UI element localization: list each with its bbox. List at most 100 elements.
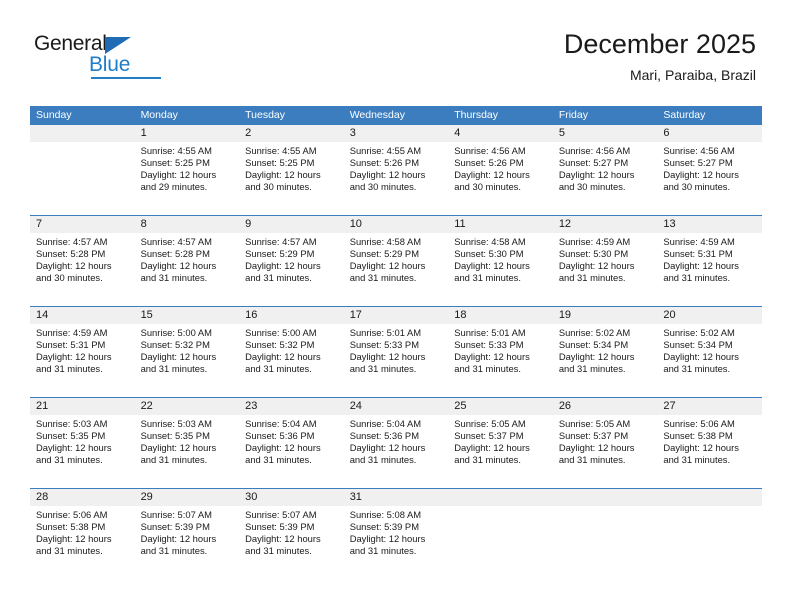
day-sunrise-text: Sunrise: 4:58 AM xyxy=(349,236,422,247)
calendar-day-cell[interactable]: 11 Sunrise: 4:58 AM Sunset: 5:30 PM Dayligh… xyxy=(448,215,553,307)
calendar-day-cell[interactable]: 2 Sunrise: 4:55 AM Sunset: 5:25 PM Daylight… xyxy=(239,125,344,216)
day-number: 8 xyxy=(134,216,240,233)
day-number: 17 xyxy=(343,307,449,324)
day-cell-details: Sunrise: 5:02 AM Sunset: 5:34 PM Daylight:… xyxy=(553,324,658,375)
day-number: 16 xyxy=(239,307,344,324)
calendar-day-cell[interactable]: 17 Sunrise: 5:01 AM Sunset: 5:33 PM Dayligh… xyxy=(343,306,449,398)
day-cell-details xyxy=(553,506,658,509)
day-daylight-line-text: Daylight: 12 hours xyxy=(245,442,321,454)
calendar-day-cell[interactable]: 5 Sunrise: 4:56 AM Sunset: 5:27 PM Daylight… xyxy=(552,125,658,216)
calendar-day-cell-empty xyxy=(552,488,658,579)
calendar-day-cell[interactable]: 13 Sunrise: 4:59 AM Sunset: 5:31 PM Dayligh… xyxy=(657,215,762,307)
day-cell-inner: 29 Sunrise: 5:07 AM Sunset: 5:39 PM Dayligh… xyxy=(134,489,240,579)
page-subtitle: Mari, Paraiba, Brazil xyxy=(629,67,756,83)
day-sunset-text: Sunset: 5:26 PM xyxy=(454,157,524,169)
weekday-header-monday: Monday xyxy=(134,106,240,125)
calendar-day-cell[interactable]: 7 Sunrise: 4:57 AM Sunset: 5:28 PM Daylight… xyxy=(30,215,135,307)
calendar-day-cell[interactable]: 18 Sunrise: 5:01 AM Sunset: 5:33 PM Dayligh… xyxy=(448,306,553,398)
day-cell-inner: 24 Sunrise: 5:04 AM Sunset: 5:36 PM Dayligh… xyxy=(343,398,449,488)
day-sunset-text: Sunset: 5:39 PM xyxy=(245,521,315,533)
day-sunrise-text: Sunrise: 4:58 AM xyxy=(454,236,526,247)
day-cell-details: Sunrise: 5:01 AM Sunset: 5:33 PM Daylight:… xyxy=(344,324,449,375)
day-number: 13 xyxy=(657,216,762,233)
day-daylight-line-text: and 31 minutes. xyxy=(349,545,417,557)
calendar-day-cell[interactable]: 12 Sunrise: 4:59 AM Sunset: 5:30 PM Dayligh… xyxy=(552,215,658,307)
day-sunrise-text: Sunrise: 4:55 AM xyxy=(140,145,212,156)
calendar-day-cell[interactable]: 29 Sunrise: 5:07 AM Sunset: 5:39 PM Dayligh… xyxy=(134,488,240,579)
calendar-day-cell[interactable]: 25 Sunrise: 5:05 AM Sunset: 5:37 PM Dayligh… xyxy=(448,397,553,489)
calendar-day-cell[interactable]: 31 Sunrise: 5:08 AM Sunset: 5:39 PM Dayligh… xyxy=(343,488,449,579)
calendar-day-cell[interactable]: 23 Sunrise: 5:04 AM Sunset: 5:36 PM Dayligh… xyxy=(239,397,344,489)
day-daylight-line-text: Daylight: 12 hours xyxy=(349,260,426,272)
calendar-day-cell[interactable]: 8 Sunrise: 4:57 AM Sunset: 5:28 PM Daylight… xyxy=(134,215,240,307)
day-daylight-line-text: Daylight: 12 hours xyxy=(36,351,112,363)
day-sunrise-text: Sunrise: 5:05 AM xyxy=(454,418,526,429)
day-cell-inner: 30 Sunrise: 5:07 AM Sunset: 5:39 PM Dayligh… xyxy=(239,489,344,579)
day-daylight-line-text: and 31 minutes. xyxy=(245,545,312,557)
day-cell-inner: 7 Sunrise: 4:57 AM Sunset: 5:28 PM Daylight… xyxy=(30,216,135,306)
day-sunrise-text: Sunrise: 5:04 AM xyxy=(245,418,317,429)
day-number: 27 xyxy=(657,398,762,415)
calendar-day-cell[interactable]: 20 Sunrise: 5:02 AM Sunset: 5:34 PM Dayligh… xyxy=(657,306,762,398)
calendar-day-cell[interactable]: 15 Sunrise: 5:00 AM Sunset: 5:32 PM Dayligh… xyxy=(134,306,240,398)
day-cell-details xyxy=(30,142,135,145)
day-cell-details: Sunrise: 4:57 AM Sunset: 5:28 PM Daylight:… xyxy=(135,233,240,284)
calendar-day-cell-empty xyxy=(30,125,135,216)
calendar-day-cell[interactable]: 16 Sunrise: 5:00 AM Sunset: 5:32 PM Dayligh… xyxy=(239,306,344,398)
day-sunrise-text: Sunrise: 5:00 AM xyxy=(245,327,317,338)
day-sunset-text: Sunset: 5:27 PM xyxy=(558,157,629,169)
day-daylight-line-text: and 31 minutes. xyxy=(663,363,731,375)
calendar-day-cell[interactable]: 1 Sunrise: 4:55 AM Sunset: 5:25 PM Daylight… xyxy=(134,125,240,216)
day-number: 22 xyxy=(134,398,240,415)
day-cell-details: Sunrise: 4:55 AM Sunset: 5:25 PM Daylight:… xyxy=(239,142,344,193)
day-sunrise-text: Sunrise: 4:55 AM xyxy=(349,145,422,156)
calendar-day-cell[interactable]: 9 Sunrise: 4:57 AM Sunset: 5:29 PM Daylight… xyxy=(239,215,344,307)
calendar-day-cell[interactable]: 30 Sunrise: 5:07 AM Sunset: 5:39 PM Dayligh… xyxy=(239,488,344,579)
calendar-day-cell[interactable]: 26 Sunrise: 5:05 AM Sunset: 5:37 PM Dayligh… xyxy=(552,397,658,489)
day-daylight-line-text: Daylight: 12 hours xyxy=(140,351,217,363)
calendar-week-row: 1 Sunrise: 4:55 AM Sunset: 5:25 PM Daylight… xyxy=(30,125,762,216)
day-cell-details: Sunrise: 5:04 AM Sunset: 5:36 PM Daylight:… xyxy=(344,415,449,466)
day-cell-inner: 28 Sunrise: 5:06 AM Sunset: 5:38 PM Dayligh… xyxy=(30,489,135,579)
calendar-day-cell[interactable]: 3 Sunrise: 4:55 AM Sunset: 5:26 PM Daylight… xyxy=(343,125,449,216)
day-number: 24 xyxy=(343,398,449,415)
day-daylight-line-text: Daylight: 12 hours xyxy=(454,260,530,272)
calendar-day-cell[interactable]: 14 Sunrise: 4:59 AM Sunset: 5:31 PM Dayligh… xyxy=(30,306,135,398)
day-cell-details: Sunrise: 5:06 AM Sunset: 5:38 PM Daylight:… xyxy=(657,415,762,466)
day-daylight-line-text: and 31 minutes. xyxy=(140,545,208,557)
day-cell-inner: 20 Sunrise: 5:02 AM Sunset: 5:34 PM Dayligh… xyxy=(657,307,762,397)
day-cell-inner: 27 Sunrise: 5:06 AM Sunset: 5:38 PM Dayligh… xyxy=(657,398,762,488)
day-number xyxy=(448,489,553,506)
calendar-day-cell[interactable]: 21 Sunrise: 5:03 AM Sunset: 5:35 PM Dayligh… xyxy=(30,397,135,489)
day-daylight-line-text: and 31 minutes. xyxy=(349,454,417,466)
day-daylight-line-text: Daylight: 12 hours xyxy=(36,260,112,272)
day-daylight-line-text: and 30 minutes. xyxy=(349,181,417,193)
day-daylight-line-text: Daylight: 12 hours xyxy=(663,169,739,181)
calendar-day-cell[interactable]: 24 Sunrise: 5:04 AM Sunset: 5:36 PM Dayligh… xyxy=(343,397,449,489)
calendar-week-row: 28 Sunrise: 5:06 AM Sunset: 5:38 PM Dayligh… xyxy=(30,488,762,579)
day-cell-inner: 21 Sunrise: 5:03 AM Sunset: 5:35 PM Dayligh… xyxy=(30,398,135,488)
day-number xyxy=(657,489,762,506)
day-number: 26 xyxy=(552,398,658,415)
calendar-day-cell[interactable]: 19 Sunrise: 5:02 AM Sunset: 5:34 PM Dayligh… xyxy=(552,306,658,398)
calendar-day-cell[interactable]: 6 Sunrise: 4:56 AM Sunset: 5:27 PM Daylight… xyxy=(657,125,762,216)
day-daylight-line-text: and 31 minutes. xyxy=(140,454,208,466)
day-daylight-line-text: and 31 minutes. xyxy=(140,363,208,375)
calendar-day-cell[interactable]: 27 Sunrise: 5:06 AM Sunset: 5:38 PM Dayligh… xyxy=(657,397,762,489)
day-cell-details: Sunrise: 5:05 AM Sunset: 5:37 PM Daylight:… xyxy=(553,415,658,466)
calendar-day-cell[interactable]: 4 Sunrise: 4:56 AM Sunset: 5:26 PM Daylight… xyxy=(448,125,553,216)
page-header: General Blue December 2025 Mari, Paraiba… xyxy=(0,0,792,92)
day-cell-inner: 22 Sunrise: 5:03 AM Sunset: 5:35 PM Dayligh… xyxy=(134,398,240,488)
day-sunset-text: Sunset: 5:38 PM xyxy=(36,521,106,533)
day-sunset-text: Sunset: 5:26 PM xyxy=(349,157,419,169)
day-number: 19 xyxy=(552,307,658,324)
calendar-day-cell[interactable]: 28 Sunrise: 5:06 AM Sunset: 5:38 PM Dayligh… xyxy=(30,488,135,579)
day-number: 29 xyxy=(134,489,240,506)
day-daylight-line-text: Daylight: 12 hours xyxy=(245,533,321,545)
day-sunset-text: Sunset: 5:39 PM xyxy=(349,521,419,533)
day-cell-details: Sunrise: 5:04 AM Sunset: 5:36 PM Daylight:… xyxy=(239,415,344,466)
day-sunset-text: Sunset: 5:34 PM xyxy=(558,339,629,351)
calendar-day-cell[interactable]: 10 Sunrise: 4:58 AM Sunset: 5:29 PM Dayligh… xyxy=(343,215,449,307)
day-sunrise-text: Sunrise: 4:57 AM xyxy=(245,236,317,247)
calendar-day-cell[interactable]: 22 Sunrise: 5:03 AM Sunset: 5:35 PM Dayligh… xyxy=(134,397,240,489)
